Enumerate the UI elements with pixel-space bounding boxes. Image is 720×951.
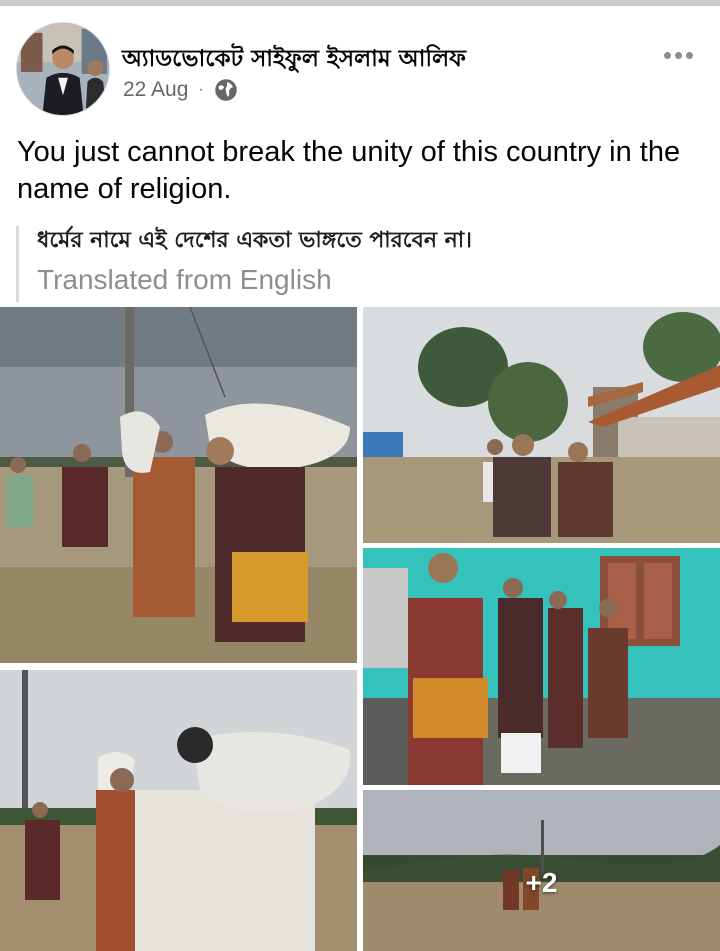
post-photo-3[interactable] (363, 548, 720, 785)
post-photo-2[interactable] (363, 307, 720, 543)
post-photo-5[interactable]: +2 (363, 790, 720, 951)
post-date[interactable]: 22 Aug (123, 78, 188, 102)
post-text: You just cannot break the unity of this … (17, 136, 681, 205)
post-header: অ্যাডভোকেট সাইফুল ইসলাম আলিফ 22 Aug · (0, 6, 720, 116)
post-photo-1[interactable] (0, 307, 357, 663)
meta-separator: · (198, 81, 204, 98)
translated-text: ধর্মের নামে এই দেশের একতা ভাঙ্গতে পারবেন… (37, 228, 473, 253)
more-photos-overlay[interactable]: +2 (363, 790, 720, 951)
post-photo-4[interactable] (0, 670, 357, 951)
more-photos-count: +2 (525, 866, 558, 898)
translation-note[interactable]: Translated from English (37, 264, 706, 296)
more-options-icon[interactable] (664, 52, 693, 59)
globe-icon[interactable] (214, 78, 238, 102)
translation-block: ধর্মের নামে এই দেশের একতা ভাঙ্গতে পারবেন… (16, 226, 706, 302)
post-meta: 22 Aug · (123, 78, 238, 102)
author-name[interactable]: অ্যাডভোকেট সাইফুল ইসলাম আলিফ (122, 40, 466, 79)
avatar[interactable] (16, 22, 110, 116)
avatar-image (17, 23, 109, 115)
